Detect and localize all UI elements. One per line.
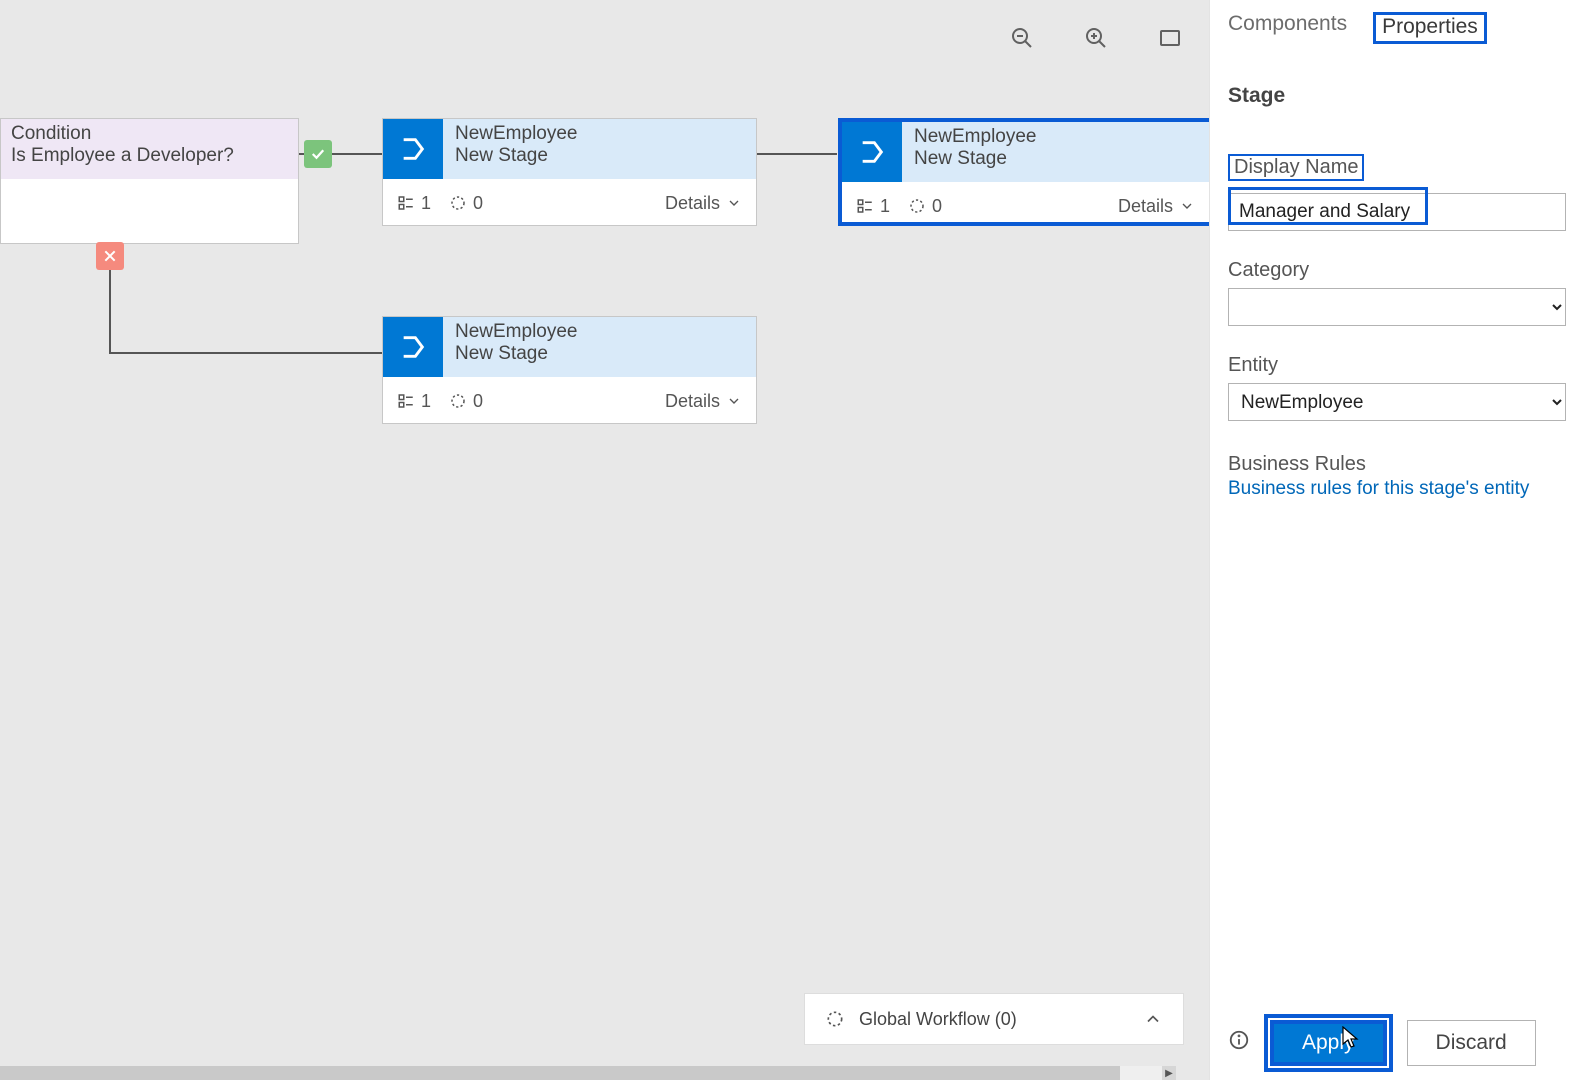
chevron-up-icon[interactable] [1143,1009,1163,1029]
stage-icon [383,119,443,179]
category-label: Category [1228,259,1566,282]
apply-button[interactable]: Apply [1270,1020,1387,1066]
stage-entity: NewEmployee [455,321,578,343]
triggers-count: 0 [449,391,483,412]
panel-title: Stage [1228,84,1566,108]
fit-to-screen-icon[interactable] [1158,26,1182,50]
scrollbar-right-arrow[interactable]: ▶ [1162,1066,1176,1080]
chevron-down-icon [1179,198,1195,214]
stage-node[interactable]: NewEmployee New Stage 1 0 [382,316,757,424]
properties-panel: Components Properties Stage Display Name… [1209,0,1584,1080]
stage-name: New Stage [455,343,578,365]
entity-select[interactable]: NewEmployee [1228,383,1566,421]
business-rules-link[interactable]: Business rules for this stage's entity [1228,478,1529,500]
triggers-count: 0 [449,193,483,214]
stage-entity: NewEmployee [455,123,578,145]
details-button[interactable]: Details [665,193,742,214]
stage-name: New Stage [455,145,578,167]
stage-node[interactable]: NewEmployee New Stage 1 0 [382,118,757,226]
details-button[interactable]: Details [665,391,742,412]
zoom-in-icon[interactable] [1084,26,1108,50]
condition-node[interactable]: Condition Is Employee a Developer? [0,118,299,244]
connector-line [109,264,111,354]
triggers-count: 0 [908,196,942,217]
condition-header: Condition Is Employee a Developer? [1,119,298,179]
global-workflow-bar[interactable]: Global Workflow (0) [804,993,1184,1045]
designer-canvas[interactable]: Condition Is Employee a Developer? NewEm… [0,0,1209,1080]
connector-line [109,352,382,354]
stage-icon [383,317,443,377]
stage-node-selected[interactable]: NewEmployee New Stage 1 0 [838,118,1213,226]
chevron-down-icon [726,393,742,409]
business-rules-label: Business Rules [1228,453,1566,476]
stage-name: New Stage [914,148,1037,170]
details-button[interactable]: Details [1118,196,1195,217]
steps-count: 1 [397,391,431,412]
connector-line [757,153,837,155]
scrollbar-thumb[interactable] [0,1066,1120,1080]
steps-count: 1 [856,196,890,217]
condition-no-badge [96,242,124,270]
steps-count: 1 [397,193,431,214]
display-name-label: Display Name [1228,154,1364,181]
condition-yes-badge [304,140,332,168]
chevron-down-icon [726,195,742,211]
condition-text: Is Employee a Developer? [11,145,288,167]
condition-label: Condition [11,123,288,145]
zoom-out-icon[interactable] [1010,26,1034,50]
global-workflow-label: Global Workflow (0) [859,1009,1017,1030]
workflow-icon [825,1009,845,1029]
tab-properties[interactable]: Properties [1373,12,1487,44]
category-select[interactable] [1228,288,1566,326]
discard-button[interactable]: Discard [1407,1020,1536,1066]
horizontal-scrollbar[interactable]: ▶ [0,1066,1176,1080]
info-icon[interactable] [1228,1029,1250,1057]
entity-label: Entity [1228,354,1566,377]
display-name-input[interactable] [1228,193,1566,231]
tab-components[interactable]: Components [1228,12,1347,44]
stage-entity: NewEmployee [914,126,1037,148]
stage-icon [842,122,902,182]
